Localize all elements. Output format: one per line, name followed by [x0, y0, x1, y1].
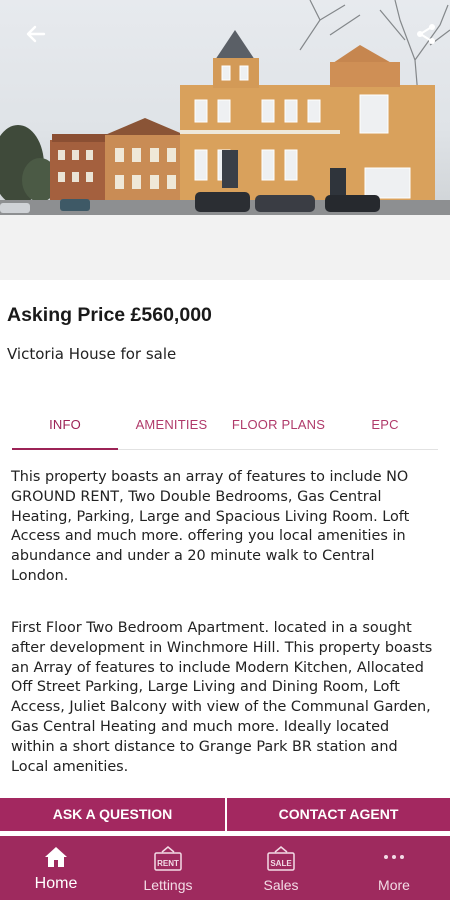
- home-icon: [45, 847, 67, 867]
- bottom-navigation: Home RENT Lettings SALE Sales More: [0, 836, 450, 900]
- image-placeholder-strip: [0, 215, 450, 280]
- building-illustration: [0, 0, 450, 215]
- tab-amenities[interactable]: AMENITIES: [118, 405, 225, 450]
- description-paragraph-1: This property boasts an array of feature…: [11, 469, 410, 584]
- property-photo[interactable]: [0, 0, 450, 215]
- share-icon: [417, 24, 435, 44]
- nav-label-home: Home: [34, 875, 78, 892]
- back-button[interactable]: [22, 20, 50, 48]
- nav-label-lettings: Lettings: [143, 877, 193, 893]
- tab-floor-plans[interactable]: FLOOR PLANS: [225, 405, 332, 450]
- nav-item-sales[interactable]: SALE Sales: [225, 836, 337, 900]
- action-bar: ASK A QUESTION CONTACT AGENT: [0, 796, 450, 833]
- property-subtitle: Victoria House for sale: [7, 345, 177, 363]
- active-tab-indicator: [12, 448, 118, 450]
- nav-item-more[interactable]: More: [338, 836, 450, 900]
- tab-epc[interactable]: EPC: [332, 405, 438, 450]
- nav-label-sales: Sales: [263, 877, 299, 893]
- nav-item-home[interactable]: Home: [0, 836, 112, 900]
- rent-sign-icon: RENT: [154, 846, 182, 871]
- ask-question-button[interactable]: ASK A QUESTION: [0, 798, 225, 831]
- share-button[interactable]: [412, 20, 440, 48]
- details-tabs: INFO AMENITIES FLOOR PLANS EPC: [12, 405, 438, 450]
- tab-info[interactable]: INFO: [12, 405, 118, 450]
- contact-agent-button[interactable]: CONTACT AGENT: [227, 798, 450, 831]
- arrow-left-icon: [26, 25, 46, 43]
- sale-badge-text: SALE: [270, 859, 292, 868]
- more-dots-icon: [384, 855, 404, 859]
- sale-sign-icon: SALE: [267, 846, 295, 871]
- asking-price: Asking Price £560,000: [7, 304, 212, 326]
- nav-label-more: More: [378, 877, 410, 893]
- nav-item-lettings[interactable]: RENT Lettings: [112, 836, 224, 900]
- description-paragraph-2: First Floor Two Bedroom Apartment. locat…: [11, 620, 433, 775]
- rent-badge-text: RENT: [157, 859, 179, 868]
